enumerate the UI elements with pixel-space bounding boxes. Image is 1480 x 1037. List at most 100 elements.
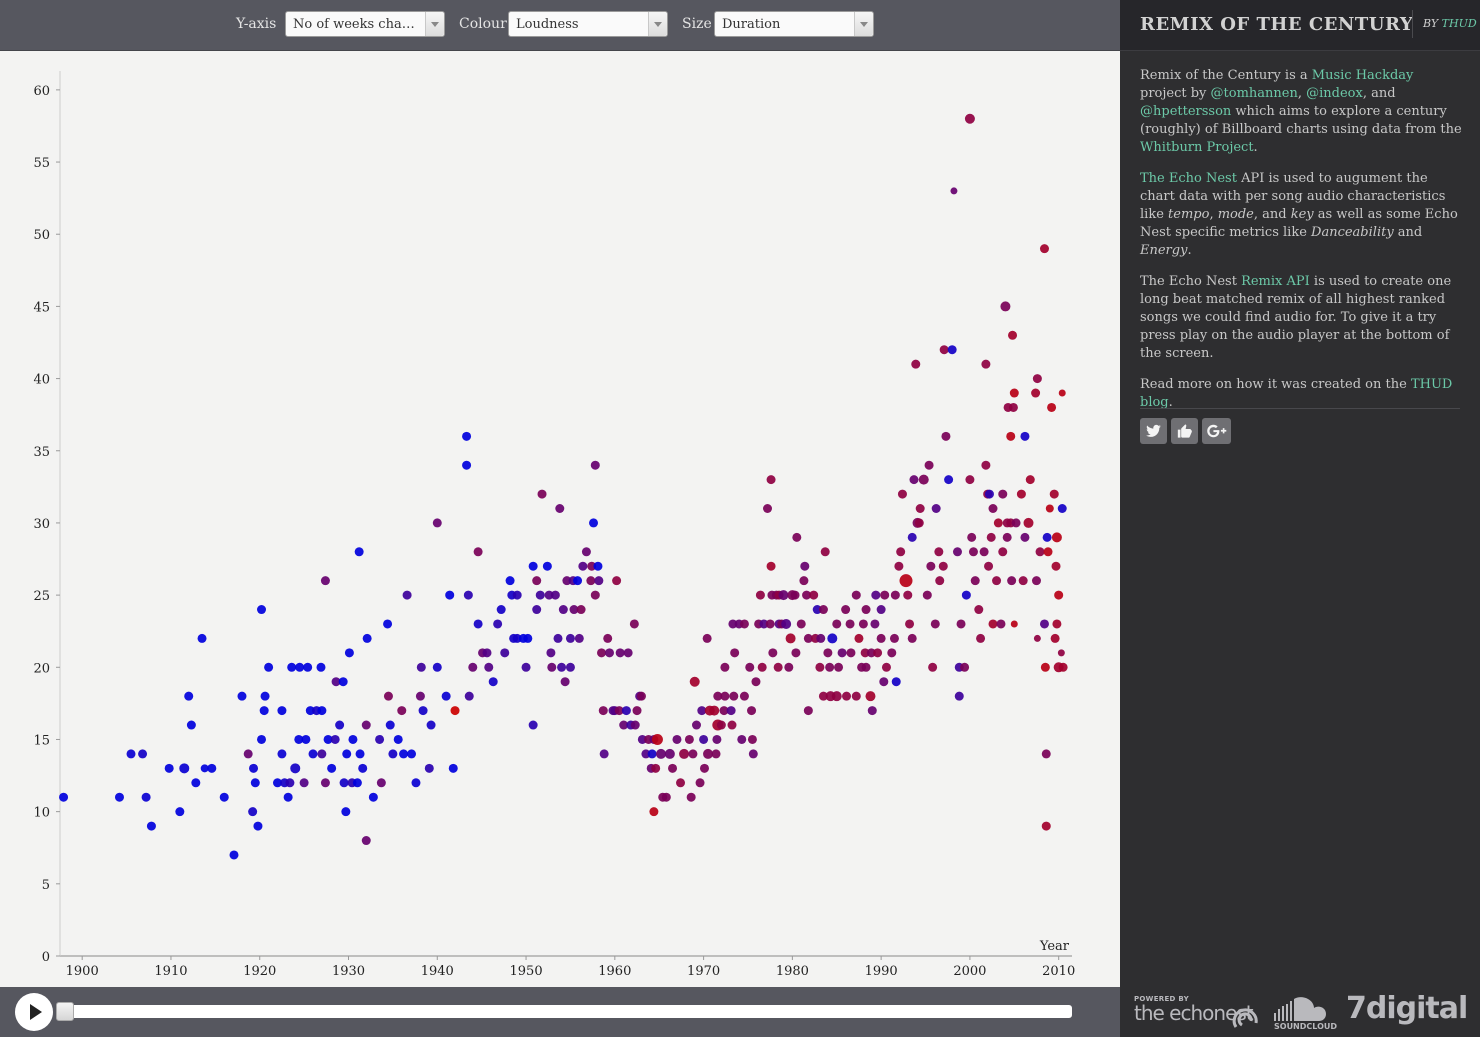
echonest-link[interactable]: The Echo Nest — [1140, 171, 1237, 186]
y-tick-label: 20 — [33, 661, 50, 676]
data-point — [747, 706, 757, 716]
data-point — [924, 460, 934, 470]
app-title: REMIX OF THE CENTURY — [1140, 14, 1414, 35]
y-tick-label: 0 — [42, 950, 50, 965]
data-point — [967, 532, 977, 542]
y-tick-label: 60 — [33, 84, 50, 99]
data-point — [702, 633, 712, 643]
data-point — [574, 633, 584, 643]
google-plus-button[interactable] — [1202, 418, 1231, 444]
data-point — [858, 619, 868, 629]
data-point — [979, 547, 989, 557]
data-point — [565, 633, 575, 643]
data-point — [557, 662, 567, 672]
data-point — [818, 605, 828, 615]
data-point — [432, 662, 442, 672]
data-point — [907, 532, 917, 542]
data-point — [532, 576, 542, 586]
data-point — [897, 489, 907, 499]
progress-bar[interactable] — [56, 1002, 1072, 1021]
soundcloud-logo: SOUNDCLOUD — [1272, 995, 1337, 1031]
data-point — [1043, 547, 1053, 557]
data-point — [651, 763, 661, 773]
data-point — [553, 633, 563, 643]
twitter-button[interactable] — [1140, 418, 1167, 444]
data-point — [581, 547, 591, 557]
data-point — [1011, 518, 1021, 528]
data-point — [445, 590, 455, 600]
thud-link[interactable]: THUD — [1442, 17, 1477, 30]
data-point — [484, 662, 494, 672]
data-point — [851, 691, 861, 701]
progress-handle[interactable] — [56, 1002, 74, 1021]
data-point — [890, 590, 900, 600]
play-button[interactable] — [15, 993, 53, 1031]
data-point — [283, 792, 293, 802]
x-tick-label: 1910 — [154, 964, 187, 979]
data-point — [1045, 504, 1054, 513]
data-point — [881, 662, 891, 672]
data-point — [784, 662, 794, 672]
data-point — [1058, 662, 1068, 672]
data-point — [523, 633, 533, 643]
data-point — [415, 691, 425, 701]
sponsor-logos: POWERED BY the echonest SOUNDCLOUD 7digi… — [1134, 991, 1468, 1031]
music-hackday-link[interactable]: Music Hackday — [1312, 68, 1414, 83]
data-point — [1047, 402, 1057, 412]
data-point — [1031, 576, 1041, 586]
sidebar-header: REMIX OF THE CENTURY BY THUD — [1120, 0, 1480, 51]
data-point — [688, 749, 698, 759]
like-button[interactable] — [1171, 418, 1198, 444]
data-point — [464, 691, 474, 701]
y-tick-label: 15 — [33, 733, 50, 748]
data-point — [748, 749, 758, 759]
data-point — [473, 619, 483, 629]
data-point — [766, 561, 776, 571]
data-point — [399, 749, 409, 759]
data-point — [327, 763, 337, 773]
data-point — [960, 662, 970, 672]
data-point — [796, 619, 806, 629]
data-point — [402, 590, 412, 600]
data-point — [512, 590, 522, 600]
data-point — [720, 662, 730, 672]
x-tick-label: 1900 — [66, 964, 99, 979]
data-point — [712, 734, 722, 744]
data-point — [547, 662, 557, 672]
data-point — [500, 648, 510, 658]
tomhannen-link[interactable]: @tomhannen — [1211, 86, 1298, 101]
data-point — [317, 706, 327, 716]
data-point — [473, 547, 483, 557]
whitburn-project-link[interactable]: Whitburn Project — [1140, 140, 1254, 155]
data-point — [368, 792, 378, 802]
hpettersson-link[interactable]: @hpettersson — [1140, 104, 1231, 119]
data-point — [1007, 576, 1017, 586]
data-point — [870, 619, 880, 629]
size-select[interactable]: Duration — [714, 11, 874, 37]
data-point — [956, 619, 966, 629]
data-point — [903, 590, 913, 600]
data-point — [984, 561, 994, 571]
data-point — [1051, 532, 1062, 543]
data-point — [651, 733, 663, 745]
data-point — [739, 619, 749, 629]
colour-select[interactable]: Loudness — [508, 11, 668, 37]
data-point — [229, 850, 239, 860]
data-point — [965, 475, 975, 485]
yaxis-select[interactable]: No of weeks char… — [285, 11, 445, 37]
remix-api-link[interactable]: Remix API — [1241, 274, 1310, 289]
data-point — [1051, 561, 1061, 571]
data-point — [186, 720, 196, 730]
data-point — [1023, 517, 1034, 528]
x-tick-label: 1970 — [687, 964, 720, 979]
data-point — [1042, 532, 1052, 542]
data-point — [565, 662, 575, 672]
data-point — [1033, 634, 1041, 642]
data-point — [237, 691, 247, 701]
data-point — [720, 691, 730, 701]
data-point — [1018, 576, 1028, 586]
data-point — [679, 748, 690, 759]
data-point — [954, 691, 964, 701]
data-point — [649, 807, 659, 817]
indeox-link[interactable]: @indeox — [1306, 86, 1363, 101]
